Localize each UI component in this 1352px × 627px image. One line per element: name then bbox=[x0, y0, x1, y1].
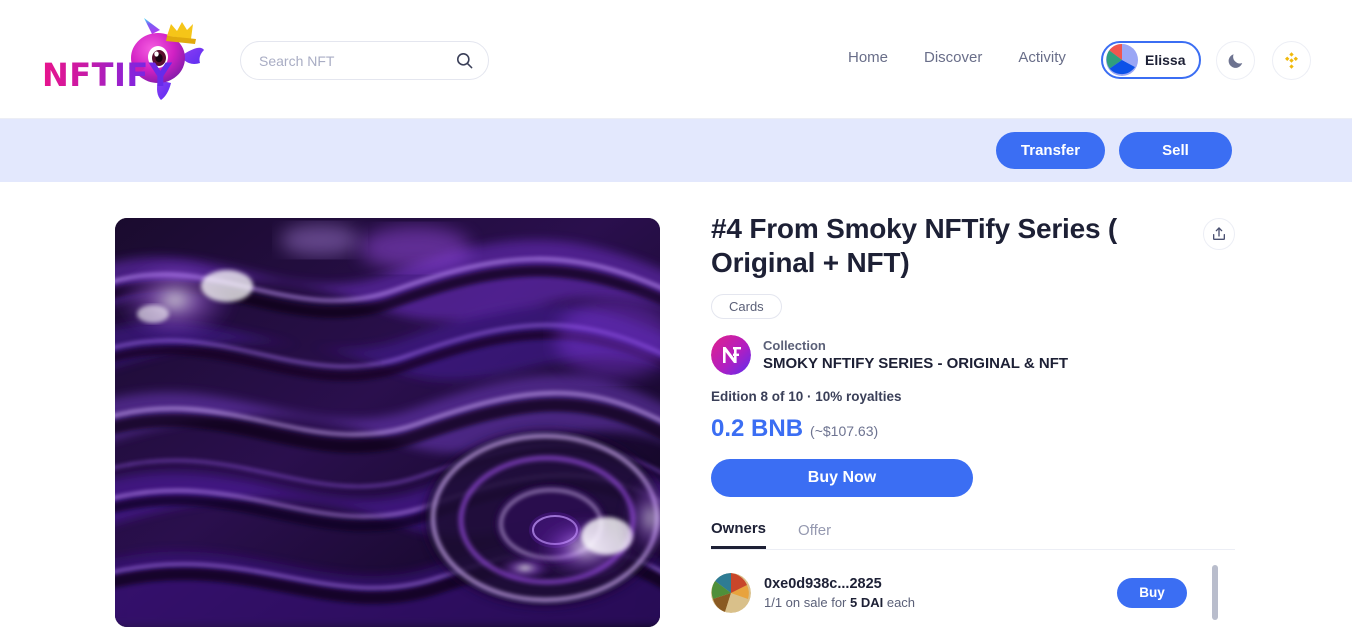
tab-owners[interactable]: Owners bbox=[711, 520, 767, 550]
price-usd: (~$107.63) bbox=[810, 423, 879, 440]
nav-item-activity[interactable]: Activity bbox=[1018, 49, 1066, 66]
nft-detail-main: #4 From Smoky NFTify Series ( Original +… bbox=[0, 182, 1352, 627]
owner-action-bar: Transfer Sell bbox=[0, 119, 1352, 182]
sell-button[interactable]: Sell bbox=[1119, 132, 1232, 169]
user-profile-button[interactable]: Elissa bbox=[1101, 41, 1202, 79]
nft-detail-panel: #4 From Smoky NFTify Series ( Original +… bbox=[711, 212, 1235, 621]
logo-wordmark: NFTIFY bbox=[42, 56, 173, 94]
user-avatar bbox=[1106, 44, 1138, 76]
collection-label: Collection bbox=[763, 338, 826, 354]
collection-row[interactable]: Collection SMOKY NFTIFY SERIES - ORIGINA… bbox=[711, 335, 1235, 376]
moon-icon bbox=[1228, 54, 1243, 68]
owner-address[interactable]: 0xe0d938c...2825 bbox=[764, 576, 1104, 592]
collection-name: SMOKY NFTIFY SERIES - ORIGINAL & NFT bbox=[763, 355, 1069, 373]
chain-selector-button[interactable] bbox=[1272, 41, 1311, 80]
price-amount: 0.2 BNB bbox=[711, 415, 804, 443]
edition-info: Edition 8 of 10 · 10% royalties bbox=[711, 389, 902, 405]
logo[interactable]: NFTIFY bbox=[36, 8, 206, 108]
owner-sale-prefix: 1/1 on sale for bbox=[764, 594, 850, 610]
transfer-button[interactable]: Transfer bbox=[996, 132, 1105, 169]
search-icon[interactable] bbox=[455, 51, 474, 70]
tab-offer[interactable]: Offer bbox=[798, 520, 831, 549]
owners-scrollbar[interactable] bbox=[1212, 565, 1218, 621]
owner-avatar bbox=[711, 572, 751, 613]
category-chip[interactable]: Cards bbox=[711, 294, 782, 320]
search-bar[interactable] bbox=[240, 41, 489, 80]
search-input[interactable] bbox=[259, 52, 455, 69]
title-row: #4 From Smoky NFTify Series ( Original +… bbox=[711, 212, 1235, 280]
nft-title: #4 From Smoky NFTify Series ( Original +… bbox=[711, 213, 1118, 279]
main-nav: Home Discover Activity bbox=[848, 49, 1066, 66]
share-button[interactable] bbox=[1203, 218, 1235, 250]
user-name: Elissa bbox=[1145, 52, 1186, 68]
owner-info: 0xe0d938c...2825 1/1 on sale for 5 DAI e… bbox=[764, 576, 1104, 610]
owner-sale-suffix: each bbox=[883, 594, 916, 610]
nav-item-home[interactable]: Home bbox=[848, 49, 888, 66]
price-row: 0.2 BNB (~$107.63) bbox=[711, 415, 1235, 443]
buy-now-button[interactable]: Buy Now bbox=[711, 459, 973, 498]
detail-tabs: Owners Offer bbox=[711, 520, 1235, 551]
collection-avatar bbox=[711, 335, 751, 376]
theme-toggle-button[interactable] bbox=[1216, 41, 1255, 80]
owner-list-item: 0xe0d938c...2825 1/1 on sale for 5 DAI e… bbox=[711, 565, 1218, 621]
page-root: NFTIFY Home Discover Activity Elissa bbox=[0, 0, 1352, 627]
nft-artwork-image bbox=[115, 218, 660, 627]
owner-sale-detail: 1/1 on sale for 5 DAI each bbox=[764, 595, 1104, 610]
bnb-icon bbox=[1285, 52, 1298, 69]
nav-item-discover[interactable]: Discover bbox=[924, 49, 982, 66]
owner-sale-amount: 5 DAI bbox=[850, 594, 884, 610]
nft-artwork[interactable] bbox=[115, 218, 660, 627]
site-header: NFTIFY Home Discover Activity Elissa bbox=[0, 0, 1352, 119]
owner-buy-button[interactable]: Buy bbox=[1117, 577, 1187, 608]
share-icon bbox=[1213, 227, 1225, 240]
